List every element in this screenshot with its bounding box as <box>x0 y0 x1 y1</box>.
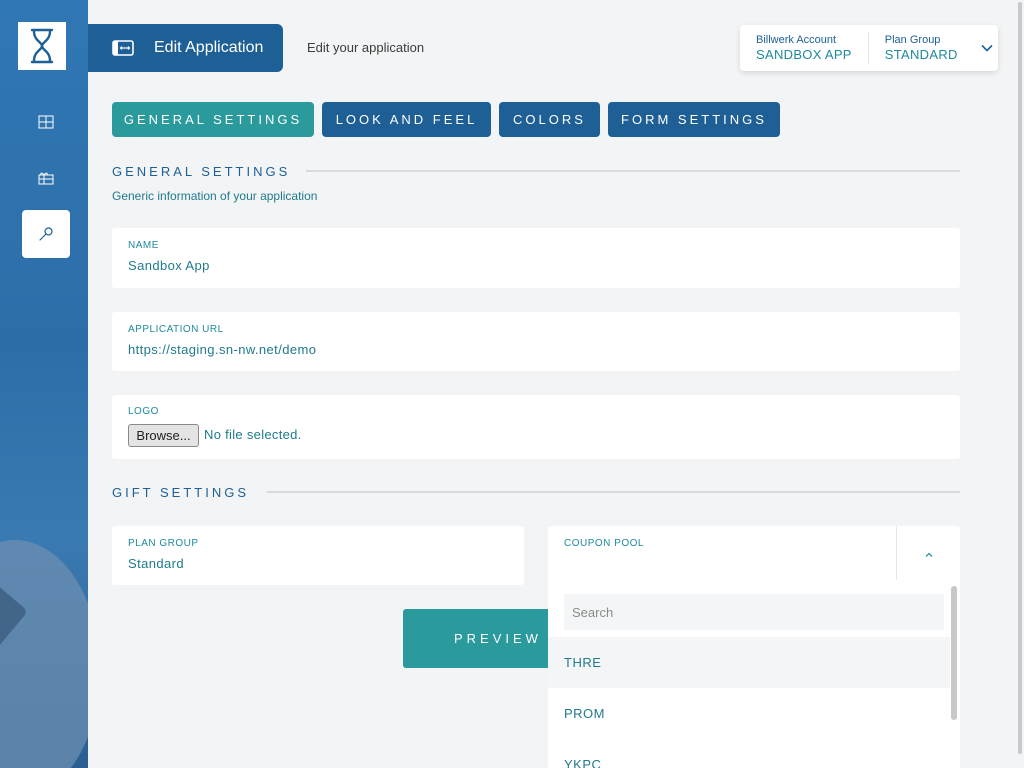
logo-label: LOGO <box>128 406 159 417</box>
dropdown-option[interactable]: PROM <box>548 688 950 739</box>
sidebar-item-settings[interactable] <box>22 210 70 258</box>
coupon-search-input[interactable] <box>564 594 944 630</box>
file-status: No file selected. <box>204 427 302 442</box>
browse-button[interactable]: Browse... <box>128 424 199 447</box>
app-logo[interactable] <box>18 22 66 70</box>
coupon-pool-dropdown: THRE PROM YKPC <box>548 586 960 768</box>
tab-form-settings[interactable]: FORM SETTINGS <box>608 102 780 137</box>
dropdown-option[interactable]: THRE <box>548 637 950 688</box>
wrench-icon <box>39 227 53 241</box>
plan-group-field-value[interactable]: Standard <box>128 556 184 571</box>
account-label: Billwerk Account <box>756 34 837 46</box>
application-url-value[interactable]: https://staging.sn-nw.net/demo <box>128 342 316 357</box>
gift-icon <box>38 172 54 185</box>
section-divider <box>267 491 960 493</box>
tab-look-and-feel[interactable]: LOOK AND FEEL <box>322 102 491 137</box>
dropdown-option[interactable]: YKPC <box>548 739 950 768</box>
plan-group-field-label: PLAN GROUP <box>128 538 199 549</box>
logo-field: LOGO Browse... No file selected. <box>112 395 960 459</box>
page-scrollbar[interactable] <box>1016 0 1024 768</box>
hourglass-icon <box>30 28 54 64</box>
plan-group-info: Plan Group STANDARD <box>869 34 958 62</box>
sidebar-background-shape <box>0 540 88 768</box>
page-scrollbar-thumb[interactable] <box>1018 2 1022 754</box>
application-url-label: APPLICATION URL <box>128 324 224 335</box>
coupon-pool-toggle[interactable] <box>897 526 960 584</box>
application-url-field[interactable]: APPLICATION URL https://staging.sn-nw.ne… <box>112 312 960 371</box>
coupon-pool-select[interactable]: COUPON POOL <box>548 526 960 586</box>
dropdown-scrollbar[interactable] <box>951 586 957 720</box>
edit-application-icon <box>112 40 134 56</box>
plan-group-value: STANDARD <box>884 47 958 62</box>
chevron-down-icon[interactable] <box>980 41 994 55</box>
sidebar <box>0 0 88 768</box>
plan-group-field[interactable]: PLAN GROUP Standard <box>112 526 524 585</box>
general-settings-heading: GENERAL SETTINGS <box>112 164 291 179</box>
account-value: SANDBOX APP <box>756 47 852 62</box>
tab-colors[interactable]: COLORS <box>499 102 600 137</box>
account-info: Billwerk Account SANDBOX APP <box>740 34 852 62</box>
plan-group-label: Plan Group <box>884 34 941 46</box>
page-subtitle: Edit your application <box>307 40 425 55</box>
section-divider <box>306 170 960 172</box>
tab-general-settings[interactable]: GENERAL SETTINGS <box>112 102 314 137</box>
name-value[interactable]: Sandbox App <box>128 258 210 273</box>
account-selector[interactable]: Billwerk Account SANDBOX APP Plan Group … <box>740 25 998 71</box>
coupon-pool-label: COUPON POOL <box>564 538 644 549</box>
name-label: NAME <box>128 240 159 251</box>
gift-settings-heading: GIFT SETTINGS <box>112 485 249 500</box>
page-title-banner: Edit Application <box>88 24 283 72</box>
page-title: Edit Application <box>154 39 264 56</box>
general-settings-description: Generic information of your application <box>112 189 318 203</box>
sidebar-item-gifts[interactable] <box>22 154 70 202</box>
sidebar-item-dashboard[interactable] <box>22 98 70 146</box>
chevron-up-icon <box>925 552 932 557</box>
grid-icon <box>38 115 54 129</box>
name-field[interactable]: NAME Sandbox App <box>112 228 960 288</box>
